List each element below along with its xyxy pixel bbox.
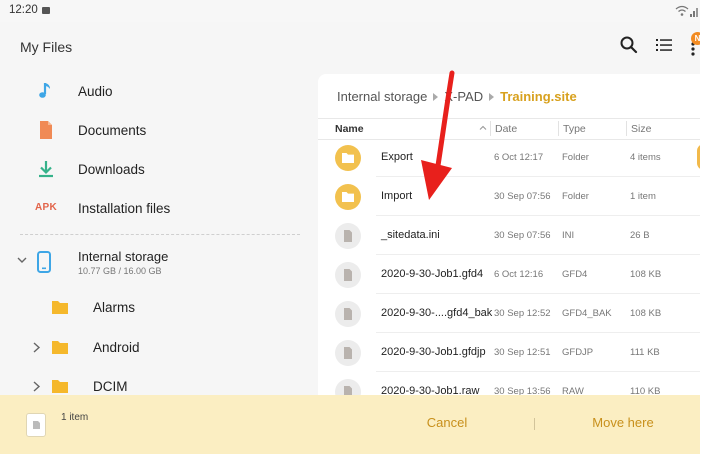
column-name[interactable]: Name xyxy=(335,123,364,135)
list-view-icon[interactable] xyxy=(655,36,673,54)
phone-storage-icon xyxy=(37,251,51,273)
table-row[interactable]: 2020-9-30-Job1.gfdjp 30 Sep 12:51 GFDJP 111… xyxy=(318,333,700,372)
folder-icon xyxy=(52,380,68,393)
column-divider xyxy=(558,121,559,136)
breadcrumb-separator-icon xyxy=(489,93,495,102)
sidebar-item-audio[interactable]: Audio xyxy=(0,74,318,110)
file-name: Export xyxy=(381,151,413,163)
table-row[interactable]: Import 30 Sep 07:56 Folder 1 item xyxy=(318,177,700,216)
file-name: 2020-9-30-Job1.gfdjp xyxy=(381,346,486,358)
column-type[interactable]: Type xyxy=(563,123,586,135)
folder-icon xyxy=(52,341,68,354)
folder-label: Alarms xyxy=(93,300,136,315)
sidebar-folder-alarms[interactable]: Alarms xyxy=(0,290,318,326)
sidebar-item-label: Installation files xyxy=(78,201,171,216)
wifi-icon xyxy=(675,5,689,16)
right-edge xyxy=(700,0,710,454)
app-bar: My Files N xyxy=(0,22,704,74)
table-row[interactable]: 2020-9-30-....gfd4_bak 30 Sep 12:52 GFD4_B… xyxy=(318,294,700,333)
sidebar-item-label: Downloads xyxy=(78,162,145,177)
move-here-button[interactable]: Move here xyxy=(576,415,670,430)
file-type: GFD4 xyxy=(562,269,588,280)
gallery-notification-icon xyxy=(42,7,50,14)
file-date: 30 Sep 07:56 xyxy=(494,191,551,202)
file-list-panel: Internal storage X-PAD Training.site Name … xyxy=(318,74,710,411)
app-window: 12:20 My Files N Audio Documents Downloa… xyxy=(0,0,710,454)
sidebar-item-internal-storage[interactable]: Internal storage 10.77 GB / 16.00 GB xyxy=(0,242,318,284)
file-size: 108 KB xyxy=(630,269,662,280)
file-date: 6 Oct 12:17 xyxy=(494,152,544,163)
file-icon xyxy=(335,223,361,249)
file-date: 30 Sep 07:56 xyxy=(494,230,551,241)
breadcrumb: Internal storage X-PAD Training.site xyxy=(337,89,577,104)
file-size: 108 KB xyxy=(630,308,662,319)
button-divider xyxy=(534,418,535,430)
file-name: _sitedata.ini xyxy=(381,229,440,241)
storage-usage: 10.77 GB / 16.00 GB xyxy=(78,266,162,276)
download-icon xyxy=(39,161,53,178)
file-size: 111 KB xyxy=(630,347,660,358)
table-row[interactable]: 2020-9-30-Job1.gfd4 6 Oct 12:16 GFD4 108 KB xyxy=(318,255,700,294)
file-type: INI xyxy=(562,230,575,241)
file-name: Import xyxy=(381,190,413,202)
file-type: Folder xyxy=(562,191,589,202)
table-row[interactable]: Export 6 Oct 12:17 Folder 4 items xyxy=(318,138,700,177)
status-time: 12:20 xyxy=(9,4,38,16)
selected-file-thumbnail xyxy=(26,413,46,437)
sidebar-folder-android[interactable]: Android xyxy=(0,330,318,366)
status-bar: 12:20 xyxy=(0,0,700,22)
music-note-icon xyxy=(39,83,50,98)
cancel-button[interactable]: Cancel xyxy=(400,415,494,430)
table-row[interactable]: _sitedata.ini 30 Sep 07:56 INI 26 B xyxy=(318,216,700,255)
folder-icon xyxy=(335,145,361,171)
breadcrumb-separator-icon xyxy=(433,93,439,102)
column-divider xyxy=(490,121,491,136)
file-date: 30 Sep 12:51 xyxy=(494,347,551,358)
column-divider xyxy=(626,121,627,136)
file-icon xyxy=(335,301,361,327)
chevron-right-icon[interactable] xyxy=(32,381,41,392)
file-icon xyxy=(335,340,361,366)
file-size: 26 B xyxy=(630,230,650,241)
sidebar-item-documents[interactable]: Documents xyxy=(0,113,318,149)
search-icon[interactable] xyxy=(619,35,639,55)
file-date: 30 Sep 12:52 xyxy=(494,308,551,319)
sort-ascending-icon[interactable] xyxy=(479,124,487,132)
sidebar-item-label: Documents xyxy=(78,123,147,138)
column-header: Name Date Type Size xyxy=(318,118,700,140)
folder-icon xyxy=(52,301,68,314)
page-title: My Files xyxy=(20,39,73,55)
chevron-down-icon[interactable] xyxy=(17,255,27,265)
file-type: GFD4_BAK xyxy=(562,308,612,319)
folder-label: Android xyxy=(93,340,140,355)
file-name: 2020-9-30-....gfd4_bak xyxy=(381,307,493,319)
folder-label: DCIM xyxy=(93,379,128,394)
file-type: Folder xyxy=(562,152,589,163)
document-icon xyxy=(40,121,52,139)
file-size: 1 item xyxy=(630,191,656,202)
sidebar-item-downloads[interactable]: Downloads xyxy=(0,152,318,188)
selected-count: 1 item xyxy=(61,412,89,423)
signal-icon xyxy=(690,8,698,17)
breadcrumb-item-root[interactable]: Internal storage xyxy=(337,89,427,104)
sidebar-item-label: Audio xyxy=(78,84,113,99)
bottom-action-bar: 1 item Cancel Move here xyxy=(0,395,700,454)
column-date[interactable]: Date xyxy=(495,123,517,135)
column-size[interactable]: Size xyxy=(631,123,651,135)
apk-icon: APK xyxy=(35,202,58,213)
folder-icon xyxy=(335,184,361,210)
file-date: 6 Oct 12:16 xyxy=(494,269,544,280)
sidebar-item-installation-files[interactable]: APK Installation files xyxy=(0,191,318,227)
storage-label: Internal storage xyxy=(78,249,169,264)
sidebar-divider xyxy=(20,234,300,235)
sidebar: Audio Documents Downloads APK Installati… xyxy=(0,74,318,395)
chevron-right-icon[interactable] xyxy=(32,342,41,353)
file-type: GFDJP xyxy=(562,347,594,358)
breadcrumb-item-xpad[interactable]: X-PAD xyxy=(444,89,483,104)
file-icon xyxy=(335,262,361,288)
file-size: 4 items xyxy=(630,152,661,163)
breadcrumb-item-current: Training.site xyxy=(500,89,577,104)
file-thumbnail-icon xyxy=(33,421,40,429)
file-name: 2020-9-30-Job1.gfd4 xyxy=(381,268,484,280)
